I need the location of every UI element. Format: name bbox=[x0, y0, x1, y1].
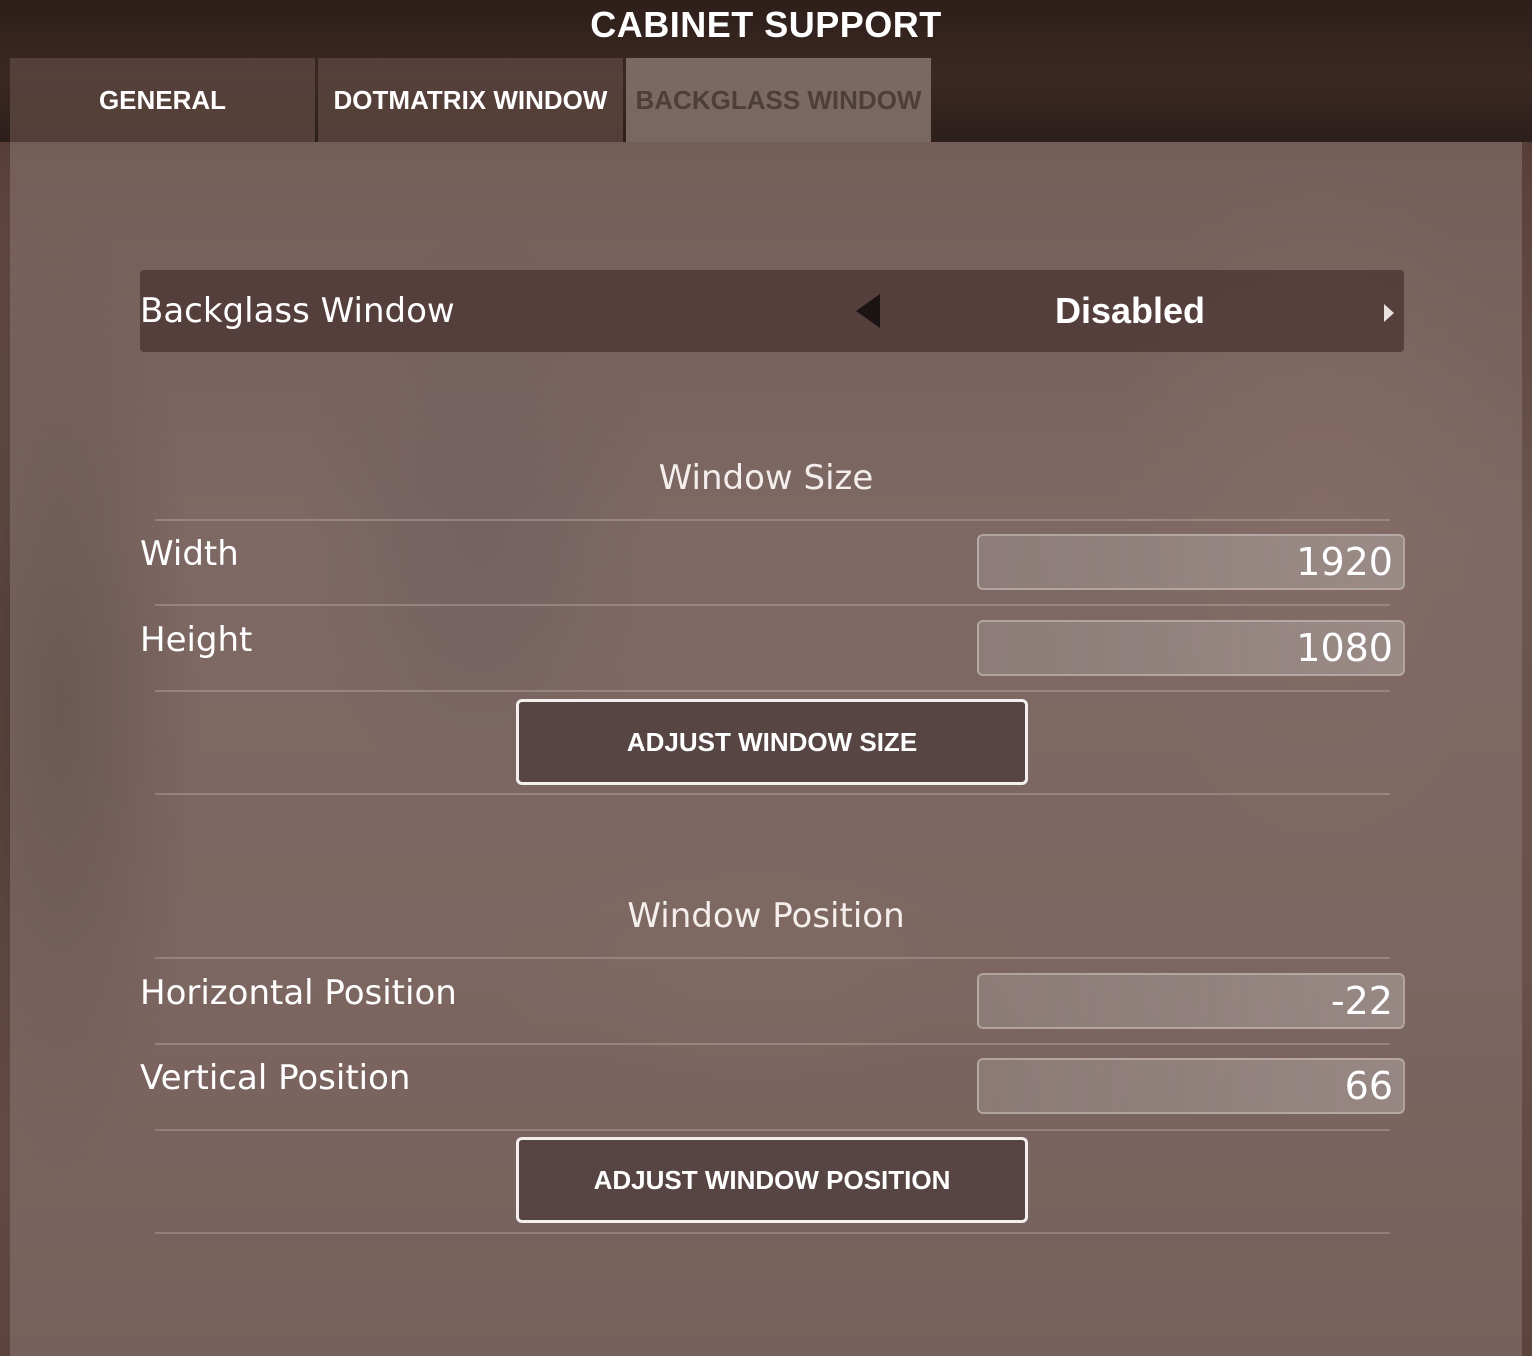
divider bbox=[155, 1043, 1390, 1045]
width-input[interactable] bbox=[977, 534, 1405, 590]
backglass-window-selector[interactable]: Backglass Window Disabled bbox=[140, 270, 1404, 352]
tab-dotmatrix-window[interactable]: DOTMATRIX WINDOW bbox=[318, 58, 623, 142]
divider bbox=[155, 690, 1390, 692]
backglass-window-label: Backglass Window bbox=[140, 291, 455, 331]
horizontal-position-label: Horizontal Position bbox=[140, 973, 457, 1013]
divider bbox=[155, 957, 1390, 959]
height-input[interactable] bbox=[977, 620, 1405, 676]
divider bbox=[155, 604, 1390, 606]
right-arrow-icon[interactable] bbox=[1384, 304, 1394, 322]
horizontal-position-input[interactable] bbox=[977, 973, 1405, 1029]
adjust-window-position-button[interactable]: ADJUST WINDOW POSITION bbox=[516, 1137, 1028, 1223]
window-size-header: Window Size bbox=[658, 458, 874, 498]
divider bbox=[155, 793, 1390, 795]
adjust-window-size-button[interactable]: ADJUST WINDOW SIZE bbox=[516, 699, 1028, 785]
page-title: CABINET SUPPORT bbox=[590, 4, 942, 45]
height-label: Height bbox=[140, 620, 253, 660]
divider bbox=[155, 1129, 1390, 1131]
window-position-header: Window Position bbox=[627, 896, 905, 936]
left-arrow-icon[interactable] bbox=[856, 294, 880, 328]
vertical-position-label: Vertical Position bbox=[140, 1058, 411, 1098]
backglass-window-value: Disabled bbox=[1054, 290, 1206, 331]
divider bbox=[155, 519, 1390, 521]
divider bbox=[155, 1232, 1390, 1234]
width-label: Width bbox=[140, 534, 239, 574]
tab-general[interactable]: GENERAL bbox=[10, 58, 315, 142]
tab-backglass-window[interactable]: BACKGLASS WINDOW bbox=[626, 58, 931, 142]
vertical-position-input[interactable] bbox=[977, 1058, 1405, 1114]
